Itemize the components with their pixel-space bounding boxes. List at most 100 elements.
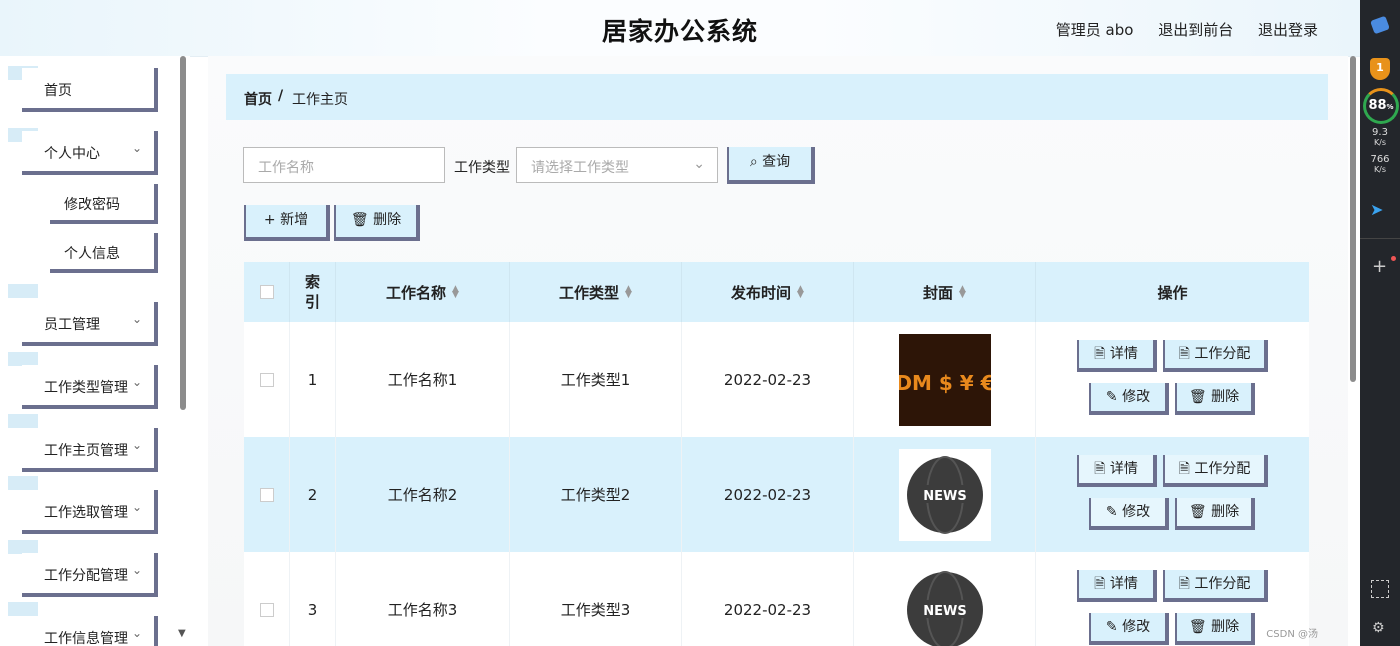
col-cover[interactable]: 封面 ▲ ▼ [854,262,1036,322]
search-icon: ⌕ [749,154,758,170]
sidebar-item-job-type[interactable]: 工作类型管理 ⌄ [22,365,158,409]
sort-icon[interactable]: ▲ ▼ [452,285,459,300]
assign-label: 工作分配 [1194,461,1251,477]
row-name: 工作名称1 [336,322,510,437]
performance-gauge[interactable]: 88% [1363,88,1399,124]
edit-button[interactable]: ✎ 修改 [1089,383,1169,415]
chevron-down-icon: ⌄ [131,626,142,640]
assign-button[interactable]: 🗎 工作分配 [1163,570,1268,602]
sidebar-item-personal-center[interactable]: 个人中心 ⌄ [22,131,158,175]
add-button[interactable]: + 新增 [244,205,330,241]
cover-image-news[interactable]: NEWS [898,563,991,646]
percent-sign: % [1386,103,1394,111]
sidebar-subitem-personal-info[interactable]: 个人信息 [50,233,158,273]
send-icon[interactable]: ➤ [1370,200,1383,219]
detail-label: 详情 [1109,346,1138,362]
sidebar-decoration [8,540,38,554]
jobs-table: 索引 工作名称 ▲▼ 工作类型 ▲▼ 发布时间 ▲▼ 封面 ▲▼ 操作 [244,262,1309,646]
sort-icon[interactable]: ▲ ▼ [959,285,966,300]
sidebar-item-label: 工作选取管理 [44,505,128,521]
col-ops: 操作 [1036,262,1309,322]
row-select-cell [244,437,290,552]
col-type-label: 工作类型 [559,283,620,302]
exit-to-front-link[interactable]: 退出到前台 [1158,21,1233,39]
document-icon: 🗎 [1094,346,1106,362]
sidebar-item-label: 工作分配管理 [44,568,128,584]
col-type[interactable]: 工作类型 ▲ ▼ [510,262,682,322]
col-index-label: 索引 [304,273,320,311]
delete-button[interactable]: 🗑 删除 [334,205,420,241]
edit-icon: ✎ [1105,504,1118,520]
query-button[interactable]: ⌕ 查询 [727,147,815,184]
col-cover-label: 封面 [923,283,954,302]
screenshot-icon[interactable] [1371,580,1389,598]
detail-button[interactable]: 🗎 详情 [1077,455,1157,487]
tag-icon[interactable] [1370,15,1390,35]
col-name-label: 工作名称 [386,283,447,302]
detail-label: 详情 [1109,461,1138,477]
row-delete-button[interactable]: 🗑 删除 [1175,613,1255,645]
row-delete-button[interactable]: 🗑 删除 [1175,383,1255,415]
cover-image-currency[interactable]: DM $ ¥ € [898,333,991,426]
trash-icon: 🗑 [350,212,369,228]
breadcrumb-home[interactable]: 首页 [244,89,272,109]
gear-icon[interactable]: ⚙ [1372,620,1385,636]
select-all-cell [244,262,290,322]
browser-extension-bar: 1 88% 9.3 K/s 766 K/s ➤ + ⚙ [1360,0,1400,646]
chevron-down-icon: ⌄ [131,141,142,155]
download-speed: 766 K/s [1360,155,1400,175]
document-icon: 🗎 [1178,461,1190,477]
row-checkbox[interactable] [259,372,274,387]
sidebar-subitem-change-password[interactable]: 修改密码 [50,184,158,224]
shield-icon[interactable]: 1 [1370,58,1390,80]
logout-link[interactable]: 退出登录 [1258,21,1318,39]
sidebar-item-job-assign[interactable]: 工作分配管理 ⌄ [22,553,158,597]
cover-text: DM $ ¥ € [899,371,991,395]
detail-button[interactable]: 🗎 详情 [1077,570,1157,602]
col-name[interactable]: 工作名称 ▲ ▼ [336,262,510,322]
row-date: 2022-02-23 [682,552,854,646]
col-date-label: 发布时间 [731,283,792,302]
assign-button[interactable]: 🗎 工作分配 [1163,340,1268,372]
assign-button[interactable]: 🗎 工作分配 [1163,455,1268,487]
col-date[interactable]: 发布时间 ▲ ▼ [682,262,854,322]
query-label: 查询 [762,154,791,170]
select-all-checkbox[interactable] [259,285,274,299]
chevron-down-icon: ⌄ [693,156,705,172]
edit-button[interactable]: ✎ 修改 [1089,613,1169,645]
detail-button[interactable]: 🗎 详情 [1077,340,1157,372]
table-header: 索引 工作名称 ▲ ▼ 工作类型 ▲ ▼ 发布时间 ▲ ▼ 封面 ▲ ▼ 操作 [244,262,1309,322]
scroll-down-arrow-icon[interactable]: ▼ [178,628,186,639]
job-type-label: 工作类型 [454,160,510,176]
detail-label: 详情 [1109,576,1138,592]
job-type-select[interactable]: 请选择工作类型 ⌄ [516,147,718,183]
page-scrollbar[interactable] [1350,56,1356,382]
row-checkbox[interactable] [259,487,274,502]
plus-icon[interactable]: + [1372,256,1387,277]
edit-label: 修改 [1122,504,1151,520]
sidebar-scrollbar[interactable] [180,56,186,410]
admin-name[interactable]: 管理员 abo [1056,21,1134,39]
col-index: 索引 [290,262,336,322]
down-speed-value: 766 [1370,154,1390,165]
cover-image-news[interactable]: NEWS [898,448,991,541]
sidebar-item-job-info[interactable]: 工作信息管理 ⌄ [22,616,158,646]
sidebar-item-employee[interactable]: 员工管理 ⌄ [22,302,158,346]
sidebar: 首页 个人中心 ⌄ 修改密码 个人信息 员工管理 ⌄ 工作类型管理 ⌄ 工作主页… [0,56,190,646]
edit-button[interactable]: ✎ 修改 [1089,498,1169,530]
row-index: 3 [290,552,336,646]
sort-icon[interactable]: ▲ ▼ [625,285,632,300]
sidebar-item-job-home[interactable]: 工作主页管理 ⌄ [22,428,158,472]
row-cover-cell: NEWS [854,552,1036,646]
job-name-input[interactable]: 工作名称 [243,147,445,183]
chevron-down-icon: ⌄ [131,438,142,452]
row-delete-label: 删除 [1211,389,1240,405]
sidebar-item-home[interactable]: 首页 [22,68,158,112]
row-delete-button[interactable]: 🗑 删除 [1175,498,1255,530]
sort-icon[interactable]: ▲ ▼ [797,285,804,300]
sidebar-item-job-select[interactable]: 工作选取管理 ⌄ [22,490,158,534]
row-checkbox[interactable] [259,602,274,617]
assign-label: 工作分配 [1194,576,1251,592]
edit-icon: ✎ [1105,389,1118,405]
row-select-cell [244,552,290,646]
